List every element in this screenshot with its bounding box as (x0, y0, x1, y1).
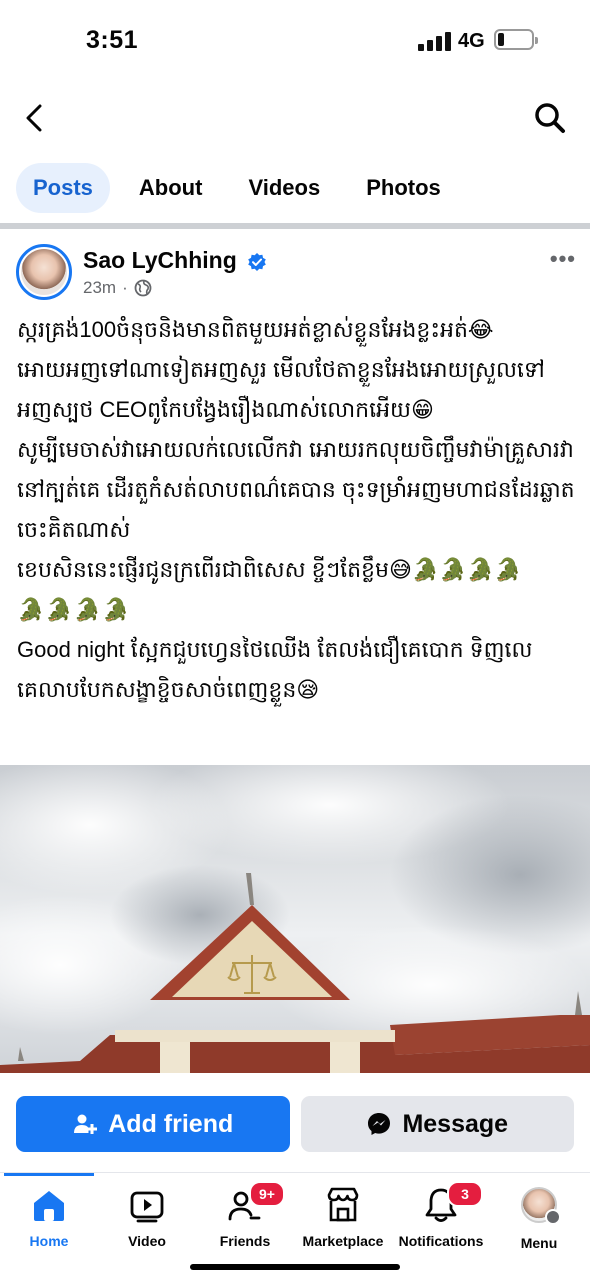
network-type: 4G (458, 30, 485, 52)
meta-separator: · (122, 278, 128, 297)
search-icon[interactable] (532, 98, 568, 138)
tab-videos[interactable]: Videos (231, 163, 337, 213)
nav-marketplace-label: Marketplace (302, 1233, 384, 1249)
add-friend-label: Add friend (108, 1109, 234, 1138)
post-body: ស្ករគ្រង់100ចំនុចនិងមានពិតមួយអត់ខ្លាស់ខ្… (17, 310, 577, 710)
nav-notifications-label: Notifications (398, 1233, 484, 1249)
post-header: Sao LyChhing 23m · ••• (16, 240, 576, 304)
message-label: Message (402, 1109, 509, 1138)
friends-icon: 9+ (225, 1181, 285, 1225)
menu-avatar (521, 1187, 561, 1225)
author-name-link[interactable]: Sao LyChhing (83, 247, 267, 274)
tab-photos[interactable]: Photos (349, 163, 458, 213)
post-paragraph-2: សូម្បីមេចាស់វាអោយលក់លេលើកវា អោយរកលុយចិញ្… (17, 437, 575, 542)
add-friend-button[interactable]: Add friend (16, 1096, 290, 1152)
signal-icon (418, 29, 452, 51)
battery-icon (494, 29, 538, 50)
messenger-icon (368, 1113, 391, 1135)
message-button[interactable]: Message (300, 1096, 574, 1152)
marketplace-icon (323, 1185, 363, 1225)
nav-video[interactable]: Video (98, 1185, 196, 1249)
section-divider (0, 223, 590, 229)
profile-tabs: Posts About Videos Photos (16, 163, 458, 213)
author-avatar[interactable] (16, 244, 72, 300)
nav-home[interactable]: Home (0, 1185, 98, 1249)
nav-menu[interactable]: Menu (490, 1185, 588, 1251)
verified-badge-icon (248, 252, 266, 271)
video-icon (127, 1185, 167, 1225)
profile-actions: Add friend Message (16, 1096, 574, 1152)
notifications-badge: 3 (447, 1181, 483, 1207)
nav-marketplace[interactable]: Marketplace (294, 1185, 392, 1249)
nav-notifications[interactable]: 3 Notifications (392, 1181, 490, 1249)
status-bar: 3:51 4G (0, 0, 590, 80)
settings-mini-icon (545, 1209, 561, 1225)
nav-friends[interactable]: 9+ Friends (196, 1181, 294, 1249)
home-icon (29, 1185, 69, 1225)
nav-menu-label: Menu (520, 1235, 558, 1251)
tab-about[interactable]: About (122, 163, 220, 213)
post-photo[interactable] (0, 765, 590, 1073)
friends-badge: 9+ (249, 1181, 285, 1207)
back-arrow-icon[interactable] (18, 98, 54, 138)
globe-icon (134, 279, 152, 297)
active-tab-indicator (4, 1173, 94, 1176)
post-meta: 23m · (83, 278, 152, 298)
post-paragraph-5: Good night ស្អែកជួបហ្វេនថៃឈើង តែលង់ជឿគេប… (17, 637, 533, 702)
page-header (0, 90, 590, 146)
nav-home-label: Home (29, 1233, 69, 1249)
tab-posts[interactable]: Posts (16, 163, 110, 213)
post-paragraph-3: ខេបសិននេះផ្ញើរជូនក្រពើរជាពិសេស ខ្ចីៗតែខ្… (17, 557, 522, 582)
post-paragraph-4: 🐊🐊🐊🐊 (17, 597, 131, 622)
home-indicator (190, 1264, 400, 1270)
bell-icon: 3 (421, 1181, 483, 1225)
post-paragraph-1: ស្ករគ្រង់100ចំនុចនិងមានពិតមួយអត់ខ្លាស់ខ្… (17, 317, 545, 422)
author-name[interactable]: Sao LyChhing (83, 247, 237, 273)
status-time: 3:51 (86, 26, 139, 54)
post-time[interactable]: 23m (83, 278, 116, 298)
nav-video-label: Video (128, 1233, 166, 1249)
menu-avatar-wrap (519, 1187, 561, 1227)
nav-friends-label: Friends (219, 1233, 271, 1249)
more-options-icon[interactable]: ••• (550, 246, 576, 272)
add-person-icon (74, 1114, 98, 1134)
bottom-navigation: Home Video 9+ Friends Marketplace 3 Noti… (0, 1172, 590, 1280)
